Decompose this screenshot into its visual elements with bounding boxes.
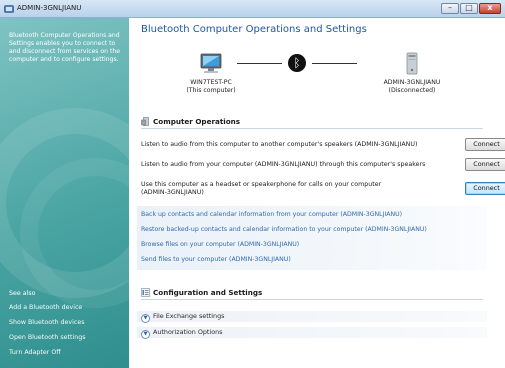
- minimize-icon: –: [448, 3, 452, 12]
- computer-icon: [200, 53, 222, 73]
- connector-line: [237, 63, 282, 64]
- browse-files-link[interactable]: Browse files on your computer (ADMIN-3GN…: [141, 241, 299, 248]
- chevron-down-icon: ▼: [141, 314, 150, 323]
- title-bar[interactable]: ADMIN-3GNLJIANU – □ x: [0, 0, 505, 18]
- sidebar-description: Bluetooth Computer Operations and Settin…: [9, 32, 120, 63]
- main-panel: Bluetooth Computer Operations and Settin…: [129, 18, 505, 368]
- maximize-button[interactable]: □: [460, 3, 478, 14]
- authorization-expander[interactable]: ▼ Authorization Options: [141, 328, 223, 339]
- maximize-icon: □: [465, 3, 473, 12]
- bluetooth-app-icon: [4, 5, 14, 13]
- chevron-down-icon: ▼: [141, 330, 150, 339]
- connect-button-headset[interactable]: Connect: [465, 182, 505, 195]
- computer-operations-title: Computer Operations: [153, 117, 241, 126]
- sidebar-link-show-devices[interactable]: Show Bluetooth devices: [9, 319, 85, 326]
- sidebar-link-open-settings[interactable]: Open Bluetooth settings: [9, 334, 86, 341]
- close-icon: x: [487, 3, 493, 12]
- connect-button-audio-out[interactable]: Connect: [465, 138, 505, 151]
- backup-contacts-link[interactable]: Back up contacts and calendar informatio…: [141, 211, 402, 218]
- section-divider: [141, 299, 483, 300]
- connect-button-audio-in[interactable]: Connect: [465, 158, 505, 171]
- sidebar-link-turn-adapter-off[interactable]: Turn Adapter Off: [9, 349, 61, 356]
- operation-row-text: Use this computer as a headset or speake…: [141, 181, 382, 196]
- operation-row-text: Listen to audio from your computer (ADMI…: [141, 161, 426, 168]
- sidebar: Bluetooth Computer Operations and Settin…: [0, 18, 129, 368]
- remote-device: ADMIN-3GNLJIANU (Disconnected): [377, 52, 447, 95]
- local-device-name: WIN7TEST-PC: [190, 79, 232, 86]
- see-also-heading: See also: [9, 290, 36, 297]
- remote-device-status: (Disconnected): [388, 87, 436, 94]
- minimize-button[interactable]: –: [441, 3, 459, 14]
- expander-label: Authorization Options: [153, 328, 223, 336]
- operation-row-text: Listen to audio from this computer to an…: [141, 141, 418, 148]
- send-files-link[interactable]: Send files to your computer (ADMIN-3GNLJ…: [141, 256, 291, 263]
- settings-icon: [141, 288, 150, 297]
- remote-device-name: ADMIN-3GNLJIANU: [383, 79, 441, 86]
- configuration-heading: Configuration and Settings: [141, 288, 262, 297]
- file-exchange-expander[interactable]: ▼ File Exchange settings: [141, 312, 224, 323]
- close-button[interactable]: x: [479, 3, 501, 14]
- expander-label: File Exchange settings: [153, 312, 225, 320]
- configuration-title: Configuration and Settings: [153, 288, 263, 297]
- section-divider: [141, 128, 483, 129]
- local-device: WIN7TEST-PC (This computer): [181, 52, 241, 95]
- operations-icon: [141, 117, 149, 126]
- computer-operations-heading: Computer Operations: [141, 117, 240, 126]
- window-title: ADMIN-3GNLJIANU: [17, 4, 82, 12]
- bluetooth-icon: ᛒ: [288, 54, 306, 72]
- page-title: Bluetooth Computer Operations and Settin…: [141, 24, 367, 35]
- connector-line: [312, 63, 357, 64]
- pc-tower-icon: [406, 52, 418, 75]
- restore-contacts-link[interactable]: Restore backed-up contacts and calendar …: [141, 226, 427, 233]
- sidebar-link-add-device[interactable]: Add a Bluetooth device: [9, 304, 82, 311]
- local-device-status: (This computer): [186, 87, 236, 94]
